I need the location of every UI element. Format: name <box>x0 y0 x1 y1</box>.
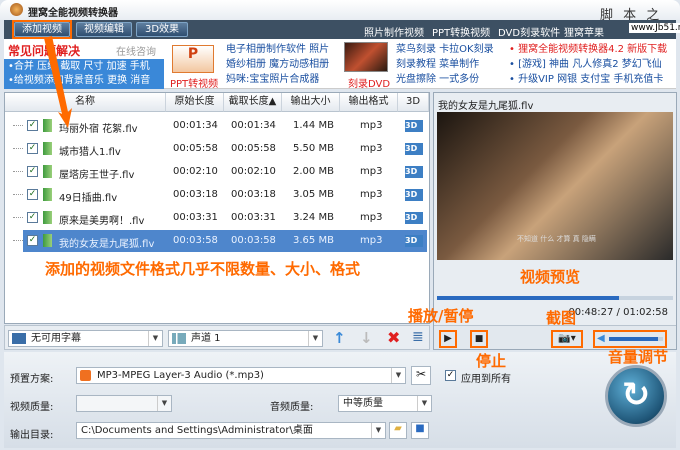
annotation-formats: 添加的视频文件格式几乎不限数量、大小、格式 <box>45 260 361 278</box>
annotation-snapshot: 截图 <box>546 309 577 327</box>
annotation-arrow <box>44 36 72 128</box>
annotation-stop: 停止 <box>476 352 507 370</box>
annotation-volume: 音量调节 <box>608 348 669 366</box>
annotation-play: 播放/暂停 <box>408 307 474 325</box>
annotation-preview: 视频预览 <box>520 268 581 286</box>
